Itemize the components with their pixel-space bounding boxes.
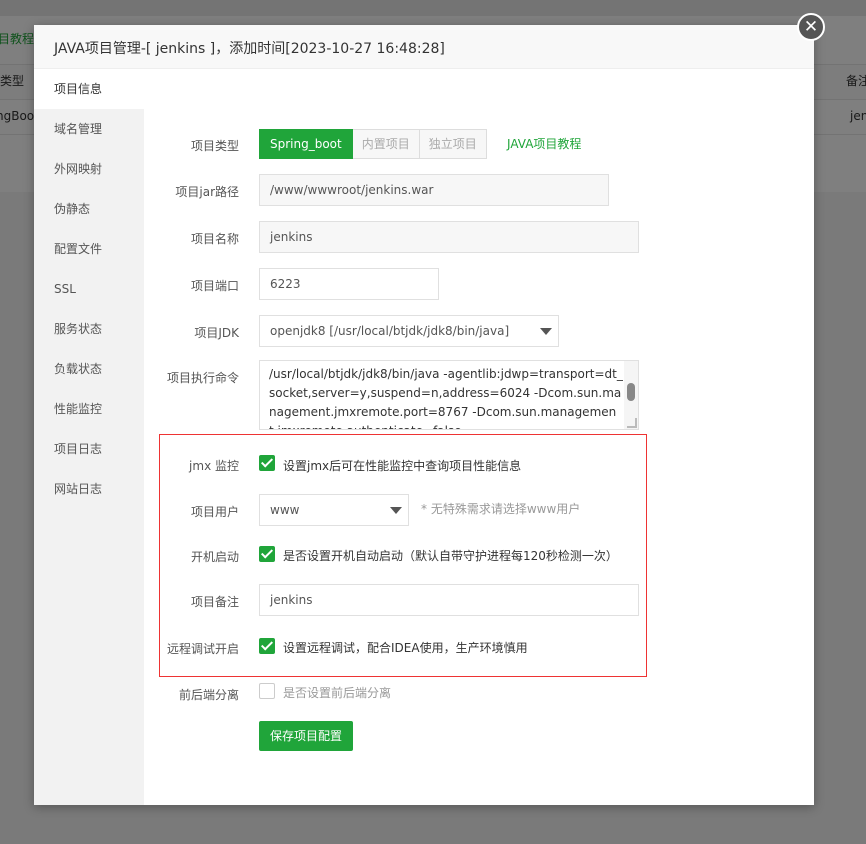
chevron-down-icon [390, 507, 402, 514]
scrollbar-thumb[interactable] [627, 383, 635, 401]
autostart-checkbox[interactable] [259, 546, 275, 562]
sidebar-item-rewrite[interactable]: 伪静态 [34, 189, 144, 229]
remote-debug-checkbox[interactable] [259, 638, 275, 654]
sidebar-item-load-status[interactable]: 负载状态 [34, 349, 144, 389]
sidebar-item-ssl[interactable]: SSL [34, 269, 144, 309]
project-user-select[interactable]: www [259, 494, 409, 526]
project-user-label: 项目用户 [190, 505, 239, 519]
java-tutorial-link[interactable]: JAVA项目教程 [507, 135, 581, 152]
jmx-label: jmx 监控 [189, 459, 239, 473]
remote-debug-description: 设置远程调试，配合IDEA使用，生产环境慎用 [283, 641, 528, 655]
exec-command-label: 项目执行命令 [166, 371, 239, 385]
project-info-form: 项目类型 Spring_boot 内置项目 独立项目 JAVA项目教程 项目ja… [144, 69, 814, 805]
modal-header: JAVA项目管理-[ jenkins ]，添加时间[2023-10-27 16:… [34, 25, 814, 69]
project-name-input[interactable]: jenkins [259, 221, 639, 253]
sidebar-item-config-file[interactable]: 配置文件 [34, 229, 144, 269]
project-jdk-label: 项目JDK [194, 326, 239, 340]
remote-debug-label: 远程调试开启 [166, 642, 239, 656]
project-jdk-select[interactable]: openjdk8 [/usr/local/btjdk/jdk8/bin/java… [259, 315, 559, 347]
project-jdk-value: openjdk8 [/usr/local/btjdk/jdk8/bin/java… [270, 324, 510, 338]
project-user-value: www [270, 503, 300, 517]
project-name-label: 项目名称 [190, 232, 239, 246]
modal-title: JAVA项目管理-[ jenkins ]，添加时间[2023-10-27 16:… [54, 41, 445, 57]
project-user-hint: * 无特殊需求请选择www用户 [421, 502, 581, 516]
tab-standalone-project[interactable]: 独立项目 [419, 129, 487, 159]
close-icon[interactable]: ✕ [797, 13, 825, 41]
save-config-button[interactable]: 保存项目配置 [259, 721, 354, 751]
tab-spring-boot[interactable]: Spring_boot [259, 129, 353, 159]
chevron-down-icon [540, 328, 552, 335]
project-port-input[interactable]: 6223 [259, 268, 439, 300]
jmx-checkbox[interactable] [259, 455, 275, 471]
sidebar-item-service-status[interactable]: 服务状态 [34, 309, 144, 349]
jar-path-input[interactable]: /www/wwwroot/jenkins.war [259, 174, 609, 206]
project-remark-input[interactable]: jenkins [259, 584, 639, 616]
project-remark-label: 项目备注 [190, 595, 239, 609]
separation-checkbox[interactable] [259, 683, 275, 699]
jar-path-label: 项目jar路径 [175, 185, 239, 199]
sidebar-item-project-log[interactable]: 项目日志 [34, 429, 144, 469]
separation-label: 前后端分离 [178, 688, 239, 702]
autostart-description: 是否设置开机自动启动（默认自带守护进程每120秒检测一次） [283, 549, 618, 563]
project-type-selector: Spring_boot 内置项目 独立项目 [259, 129, 487, 159]
project-port-label: 项目端口 [190, 279, 239, 293]
jmx-description: 设置jmx后可在性能监控中查询项目性能信息 [283, 459, 522, 473]
sidebar-item-project-info[interactable]: 项目信息 [34, 69, 144, 109]
resize-grip-icon[interactable] [627, 418, 637, 428]
modal-sidebar: 项目信息 域名管理 外网映射 伪静态 配置文件 SSL 服务状态 负载状态 性能… [34, 69, 144, 805]
sidebar-item-port-mapping[interactable]: 外网映射 [34, 149, 144, 189]
autostart-label: 开机启动 [190, 550, 239, 564]
sidebar-item-performance[interactable]: 性能监控 [34, 389, 144, 429]
tab-builtin-project[interactable]: 内置项目 [352, 129, 420, 159]
project-type-label: 项目类型 [190, 139, 239, 153]
sidebar-item-site-log[interactable]: 网站日志 [34, 469, 144, 509]
exec-command-textarea[interactable]: /usr/local/btjdk/jdk8/bin/java -agentlib… [259, 360, 639, 430]
project-settings-modal: JAVA项目管理-[ jenkins ]，添加时间[2023-10-27 16:… [34, 25, 814, 805]
exec-command-text: /usr/local/btjdk/jdk8/bin/java -agentlib… [269, 367, 623, 429]
separation-description: 是否设置前后端分离 [283, 686, 392, 700]
sidebar-item-domain[interactable]: 域名管理 [34, 109, 144, 149]
